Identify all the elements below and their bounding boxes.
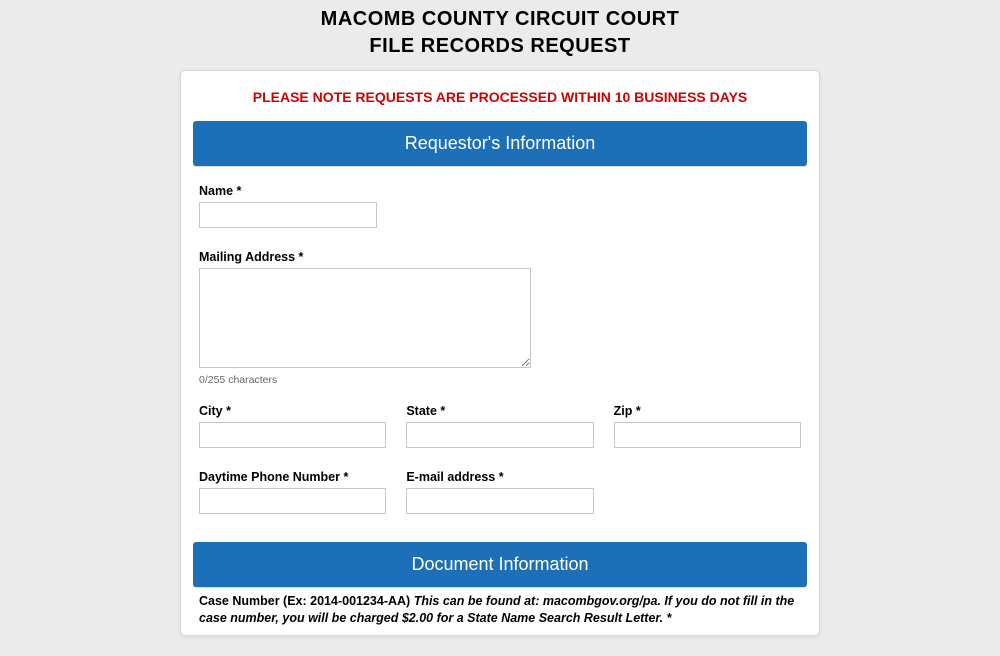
section-header-requestor: Requestor's Information [193,121,807,166]
zip-label: Zip * [614,404,801,418]
section-header-document: Document Information [193,542,807,587]
name-label: Name * [199,184,801,198]
form-card: PLEASE NOTE REQUESTS ARE PROCESSED WITHI… [180,70,820,636]
mailing-address-counter: 0/255 characters [199,374,801,386]
case-number-note: Case Number (Ex: 2014-001234-AA) This ca… [195,587,805,627]
requestor-form: Name * Mailing Address * 0/255 character… [195,166,805,542]
zip-input[interactable] [614,422,801,448]
mailing-address-label: Mailing Address * [199,250,801,264]
processing-notice: PLEASE NOTE REQUESTS ARE PROCESSED WITHI… [195,83,805,121]
phone-input[interactable] [199,488,386,514]
state-label: State * [406,404,593,418]
city-input[interactable] [199,422,386,448]
email-label: E-mail address * [406,470,593,484]
case-number-lead: Case Number (Ex: 2014-001234-AA) [199,594,414,608]
email-input[interactable] [406,488,593,514]
page-title: MACOMB COUNTY CIRCUIT COURT FILE RECORDS… [180,0,820,70]
mailing-address-textarea[interactable] [199,268,531,368]
phone-label: Daytime Phone Number * [199,470,386,484]
city-label: City * [199,404,386,418]
page-title-line2: FILE RECORDS REQUEST [369,35,630,57]
name-input[interactable] [199,202,377,228]
state-input[interactable] [406,422,593,448]
page-title-line1: MACOMB COUNTY CIRCUIT COURT [321,8,680,30]
